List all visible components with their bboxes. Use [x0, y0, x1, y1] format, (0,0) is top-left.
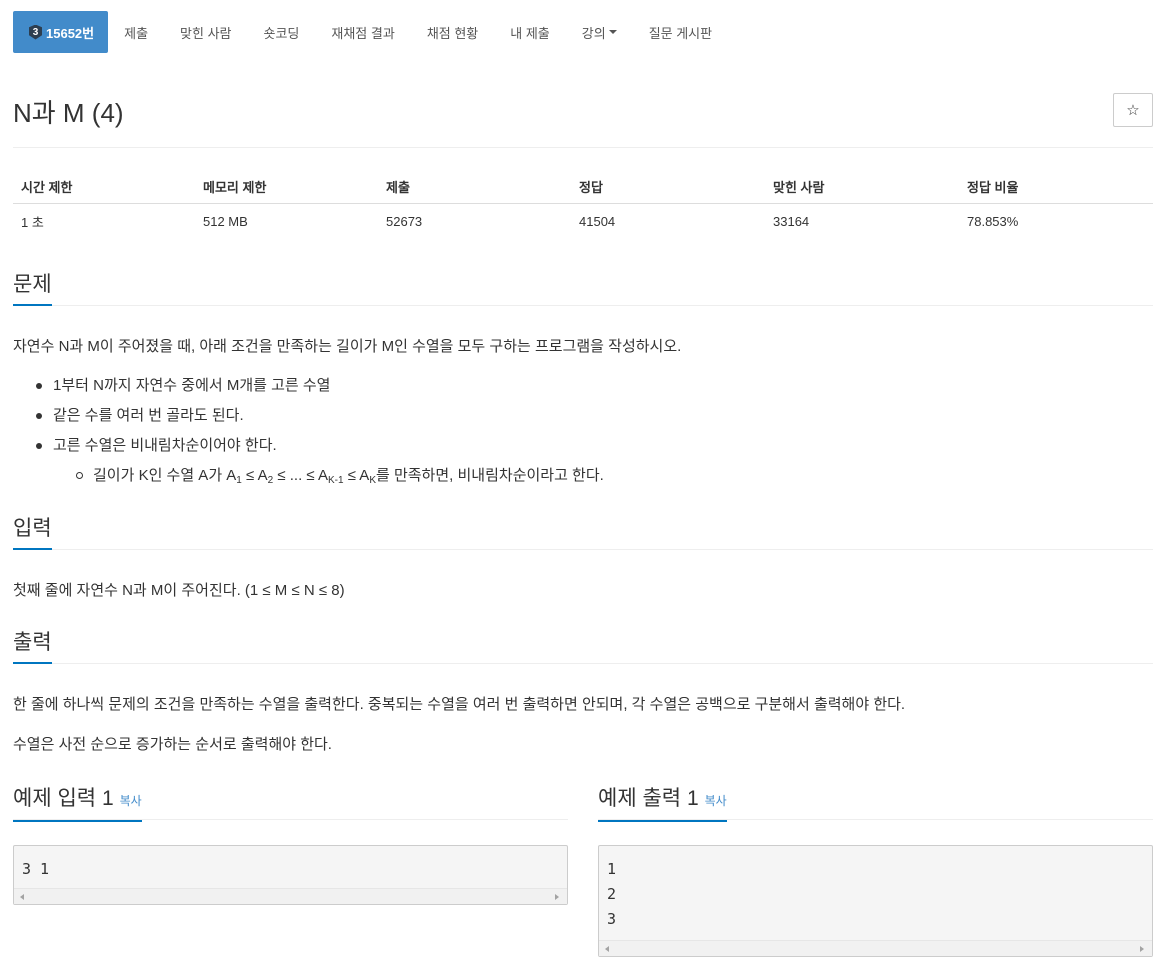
input-description: 첫째 줄에 자연수 N과 M이 주어진다. (1 ≤ M ≤ N ≤ 8)	[13, 582, 345, 599]
accept-ratio-value: 78.853%	[967, 214, 1019, 230]
submissions-value: 52673	[386, 214, 423, 230]
output-heading: 출력	[13, 630, 52, 664]
sample-input-heading-wrap: 예제 입력 1 복사	[13, 786, 142, 822]
sample-output-text: 1 2 3	[607, 860, 617, 928]
sub-text: ≤ ... ≤ A	[273, 467, 328, 484]
sample-output-headline: 예제 출력 1 복사	[598, 786, 1153, 822]
input-heading: 입력	[13, 516, 52, 550]
star-icon: ☆	[1126, 102, 1140, 119]
tier-badge-icon: 3	[29, 24, 42, 40]
problem-number-tab[interactable]: 3 15652번	[13, 11, 109, 53]
sample-input-heading: 예제 입력 1	[13, 787, 114, 810]
list-item: 고른 수열은 비내림차순이어야 한다. 길이가 K인 수열 A가 A1 ≤ A2…	[35, 436, 604, 486]
nav-lectures-dropdown[interactable]: 강의	[566, 11, 633, 53]
output-order-note: 수열은 사전 순으로 증가하는 순서로 출력해야 한다.	[13, 736, 332, 753]
copy-sample-output-link[interactable]: 복사	[705, 794, 727, 808]
problem-title: N과 M (4)	[13, 98, 124, 128]
table-row: 1 초 512 MB 52673 41504 33164 78.853%	[13, 204, 1153, 240]
horizontal-scrollbar[interactable]	[599, 940, 1152, 956]
sub-text: ≤ A	[241, 467, 268, 484]
sample-output-heading: 예제 출력 1	[598, 787, 699, 810]
header-accept-ratio: 정답 비율	[959, 170, 1153, 204]
scroll-right-icon[interactable]	[555, 894, 559, 900]
problem-info-table: 시간 제한 메모리 제한 제출 정답 맞힌 사람 정답 비율 1 초 512 M…	[13, 170, 1153, 240]
sample-input-headline: 예제 입력 1 복사	[13, 786, 568, 822]
scroll-left-icon[interactable]	[605, 946, 609, 952]
problem-number-label: 15652번	[46, 25, 95, 41]
problem-description: 자연수 N과 M이 주어졌을 때, 아래 조건을 만족하는 길이가 M인 수열을…	[13, 338, 682, 355]
condition-text: 고른 수열은 비내림차순이어야 한다.	[53, 437, 277, 454]
problem-heading: 문제	[13, 272, 52, 306]
horizontal-scrollbar[interactable]	[14, 888, 567, 904]
sample-output-box[interactable]: 1 2 3	[598, 845, 1153, 957]
nav-submit[interactable]: 제출	[108, 11, 164, 53]
solvers-value: 33164	[773, 214, 810, 230]
input-section-headline: 입력	[13, 516, 1153, 550]
nav-short-coding[interactable]: 숏코딩	[248, 11, 316, 53]
header-accepted: 정답	[571, 170, 765, 204]
copy-sample-input-link[interactable]: 복사	[120, 794, 142, 808]
problem-section-headline: 문제	[13, 272, 1153, 306]
condition-text: 1부터 N까지 자연수 중에서 M개를 고른 수열	[53, 377, 331, 394]
header-solvers: 맞힌 사람	[765, 170, 959, 204]
sub-text: ≤ A	[343, 467, 370, 484]
condition-list: 1부터 N까지 자연수 중에서 M개를 고른 수열 같은 수를 여러 번 골라도…	[0, 376, 604, 486]
header-time-limit: 시간 제한	[13, 170, 195, 204]
sub-suffix: 를 만족하면, 비내림차순이라고 한다.	[375, 467, 604, 484]
list-item: 1부터 N까지 자연수 중에서 M개를 고른 수열	[35, 376, 331, 406]
output-description: 한 줄에 하나씩 문제의 조건을 만족하는 수열을 출력한다. 중복되는 수열을…	[13, 696, 906, 713]
title-divider	[13, 147, 1153, 148]
sample-input-text: 3 1	[22, 860, 50, 878]
memory-limit-value: 512 MB	[203, 214, 248, 230]
scroll-left-icon[interactable]	[20, 894, 24, 900]
star-button[interactable]: ☆	[1113, 93, 1153, 127]
nav-my-submissions[interactable]: 내 제출	[494, 11, 566, 53]
subscript: K-1	[328, 475, 344, 486]
problem-menu: 3 15652번 제출 맞힌 사람 숏코딩 재채점 결과 채점 현황 내 제출 …	[13, 11, 728, 53]
nav-rejudge-results[interactable]: 재채점 결과	[315, 11, 410, 53]
header-memory-limit: 메모리 제한	[195, 170, 378, 204]
scroll-right-icon[interactable]	[1140, 946, 1144, 952]
nav-question-board[interactable]: 질문 게시판	[633, 11, 728, 53]
nav-judge-status[interactable]: 채점 현황	[411, 11, 494, 53]
table-header-row: 시간 제한 메모리 제한 제출 정답 맞힌 사람 정답 비율	[13, 170, 1153, 204]
nav-solvers[interactable]: 맞힌 사람	[164, 11, 247, 53]
sample-output-heading-wrap: 예제 출력 1 복사	[598, 786, 727, 822]
sub-condition-list: 길이가 K인 수열 A가 A1 ≤ A2 ≤ ... ≤ AK-1 ≤ AK를 …	[53, 466, 604, 496]
subscript: K	[369, 475, 376, 486]
header-submissions: 제출	[378, 170, 571, 204]
caret-down-icon	[608, 30, 617, 34]
time-limit-value: 1 초	[21, 215, 44, 231]
list-item: 길이가 K인 수열 A가 A1 ≤ A2 ≤ ... ≤ AK-1 ≤ AK를 …	[76, 466, 604, 496]
accepted-value: 41504	[579, 214, 616, 230]
nav-lectures-label: 강의	[581, 25, 606, 41]
problem-page: 3 15652번 제출 맞힌 사람 숏코딩 재채점 결과 채점 현황 내 제출 …	[0, 0, 1164, 971]
output-section-headline: 출력	[13, 630, 1153, 664]
sample-input-box[interactable]: 3 1	[13, 845, 568, 905]
condition-text: 같은 수를 여러 번 골라도 된다.	[53, 407, 244, 424]
sub-prefix: 길이가 K인 수열 A가 A	[93, 467, 237, 484]
list-item: 같은 수를 여러 번 골라도 된다.	[35, 406, 330, 436]
